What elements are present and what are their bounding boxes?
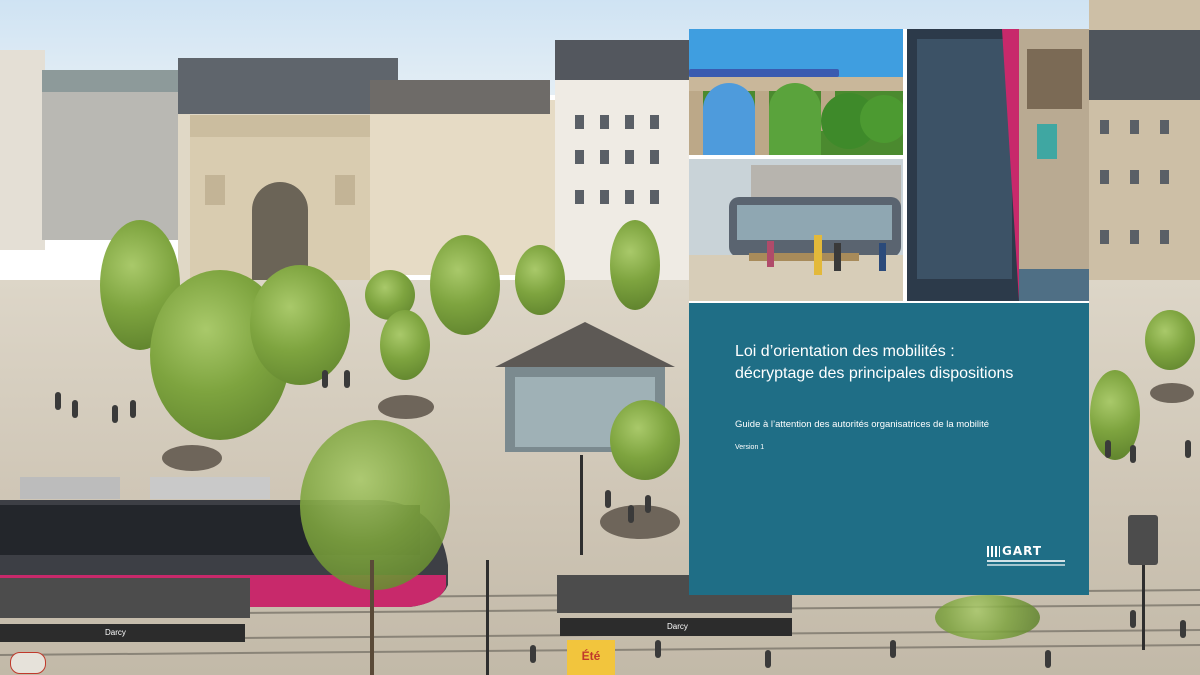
shelter-sign-left: Darcy [105,628,126,637]
cover-subtitle: Guide à l’attention des autorités organi… [735,419,990,430]
gart-logo-text: GART [1002,544,1043,558]
building-roof-grey [42,70,182,92]
poster-text: Été [581,649,601,663]
building-white-roof [555,40,690,80]
round-sign [10,652,46,674]
cover-photo-tram-closeup [907,29,1089,301]
shelter-sign-right: Darcy [667,622,688,631]
building-left [0,50,45,250]
cover-version: Version 1 [735,444,765,451]
gart-logo-tagline-2 [987,564,1065,566]
cover-photo-viaduct [689,29,903,155]
porte-guillaume-arch [190,115,370,290]
building-center-roof [178,58,398,114]
shelter-poster: Été [567,640,615,675]
document-cover: Loi d’orientation des mobilités : décryp… [689,29,1089,595]
gart-logo-icon [987,546,1000,557]
building-grey [42,80,182,240]
cover-title-line-2: décryptage des principales dispositions [735,365,1014,382]
building-mid-roof [370,80,550,114]
cover-photo-tram-platform [689,159,903,301]
tram-shelter-left-frame: Darcy [0,624,245,642]
tram-shelter-left [0,578,250,618]
cover-title-line-1: Loi d’orientation des mobilités : [735,343,955,360]
gart-logo: GART [987,544,1067,572]
gart-logo-tagline [987,560,1065,562]
tram-shelter-right-frame: Darcy [560,618,792,636]
cover-title: Loi d’orientation des mobilités : décryp… [735,341,1065,385]
cover-title-panel: Loi d’orientation des mobilités : décryp… [689,303,1089,595]
building-right-roof [1089,30,1200,100]
